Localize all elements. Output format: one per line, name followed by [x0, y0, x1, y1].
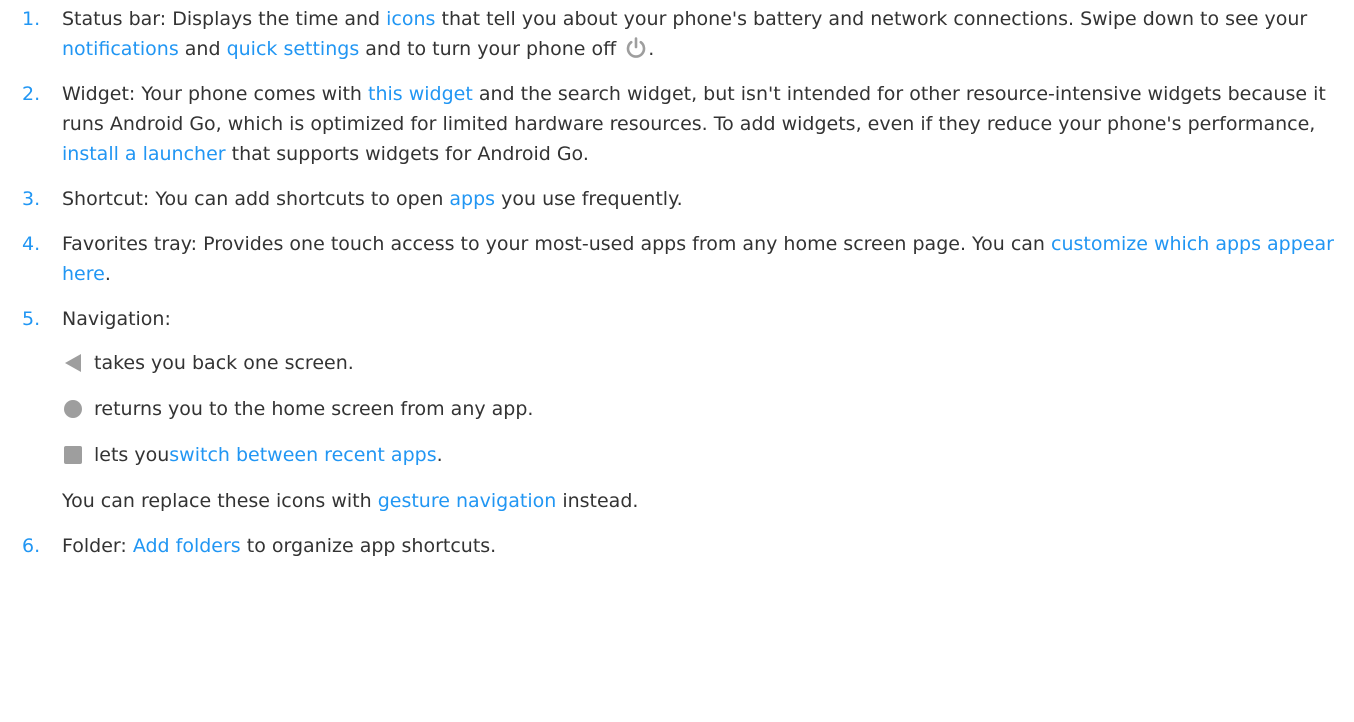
- link-add-folders[interactable]: Add folders: [133, 535, 241, 557]
- item-text: that tell you about your phone's battery…: [435, 8, 1308, 30]
- nav-home-row: returns you to the home screen from any …: [62, 394, 1340, 424]
- gesture-note: You can replace these icons with gesture…: [62, 486, 1340, 516]
- navigation-buttons: takes you back one screen. returns you t…: [62, 348, 1340, 516]
- item-number: 2.: [22, 83, 41, 105]
- item-text: Navigation:: [62, 308, 171, 330]
- back-triangle-icon: [62, 348, 84, 378]
- item-number: 5.: [22, 308, 41, 330]
- item-text: you use frequently.: [495, 188, 683, 210]
- home-screen-parts-list: 1. Status bar: Displays the time and ico…: [0, 4, 1340, 576]
- item-text: and: [178, 38, 227, 60]
- item-text: that supports widgets for Android Go.: [225, 143, 589, 165]
- list-item-navigation: 5. Navigation: takes you back one screen…: [0, 304, 1340, 516]
- item-text: Widget: Your phone comes with: [62, 83, 369, 105]
- recent-square-icon: [62, 440, 84, 470]
- item-text: Folder:: [62, 535, 133, 557]
- item-text: .: [104, 263, 111, 285]
- item-text: to organize app shortcuts.: [240, 535, 497, 557]
- item-number: 6.: [22, 535, 41, 557]
- item-text: Shortcut: You can add shortcuts to open: [62, 188, 450, 210]
- link-this-widget[interactable]: this widget: [368, 83, 473, 105]
- list-item-favorites-tray: 4. Favorites tray: Provides one touch ac…: [0, 229, 1340, 289]
- nav-recent-row: lets you switch between recent apps.: [62, 440, 1340, 470]
- list-item-folder: 6. Folder: Add folders to organize app s…: [0, 531, 1340, 561]
- link-icons[interactable]: icons: [386, 8, 435, 30]
- note-text: instead.: [556, 490, 639, 512]
- list-item-status-bar: 1. Status bar: Displays the time and ico…: [0, 4, 1340, 64]
- link-gesture-navigation[interactable]: gesture navigation: [378, 490, 557, 512]
- nav-back-row: takes you back one screen.: [62, 348, 1340, 378]
- nav-recent-text-end: .: [436, 444, 443, 466]
- item-number: 1.: [22, 8, 41, 30]
- item-text: Status bar: Displays the time and: [62, 8, 387, 30]
- list-item-shortcut: 3. Shortcut: You can add shortcuts to op…: [0, 184, 1340, 214]
- link-quick-settings[interactable]: quick settings: [227, 38, 360, 60]
- item-text: .: [648, 38, 655, 60]
- power-icon: [624, 36, 648, 60]
- item-text: and to turn your phone off: [359, 38, 623, 60]
- nav-home-text: returns you to the home screen from any …: [94, 398, 534, 420]
- item-number: 3.: [22, 188, 41, 210]
- link-switch-recent-apps[interactable]: switch between recent apps: [169, 440, 436, 470]
- item-text: Favorites tray: Provides one touch acces…: [62, 233, 1051, 255]
- link-install-launcher[interactable]: install a launcher: [62, 143, 226, 165]
- note-text: You can replace these icons with: [62, 490, 378, 512]
- list-item-widget: 2. Widget: Your phone comes with this wi…: [0, 79, 1340, 169]
- nav-back-text: takes you back one screen.: [94, 352, 354, 374]
- link-notifications[interactable]: notifications: [62, 38, 179, 60]
- item-number: 4.: [22, 233, 41, 255]
- link-apps[interactable]: apps: [449, 188, 495, 210]
- home-circle-icon: [62, 394, 84, 424]
- nav-recent-text: lets you: [94, 444, 170, 466]
